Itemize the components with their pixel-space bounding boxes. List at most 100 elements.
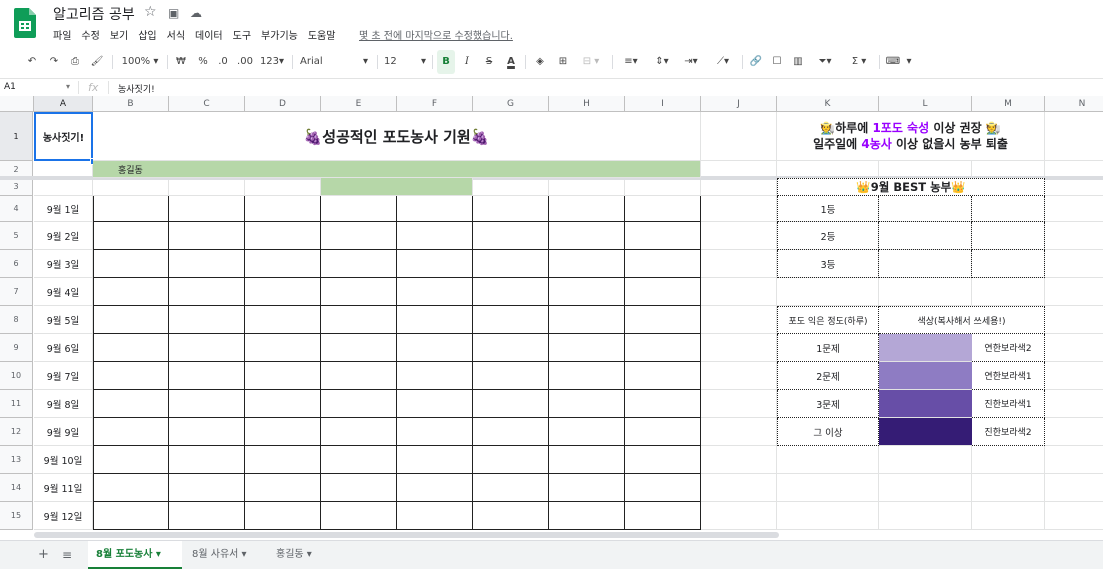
farm-log-cell[interactable] (473, 502, 549, 530)
farm-log-cell[interactable] (245, 306, 321, 334)
grid-cell[interactable] (701, 418, 777, 446)
farm-log-cell[interactable] (321, 278, 397, 306)
grid-cell[interactable] (879, 502, 972, 530)
farm-log-cell[interactable] (473, 278, 549, 306)
legend-color-name[interactable]: 연한보라색1 (972, 362, 1045, 390)
redo-icon[interactable]: ↷ (46, 50, 62, 74)
farm-log-cell[interactable] (397, 250, 473, 278)
farm-log-cell[interactable] (245, 390, 321, 418)
farm-log-cell[interactable] (549, 362, 625, 390)
row-header[interactable]: 6 (0, 250, 33, 278)
rank-score-cell[interactable] (972, 250, 1045, 278)
text-color-button[interactable]: A (503, 50, 519, 74)
legend-color-name[interactable]: 연한보라색2 (972, 334, 1045, 362)
fill-color-icon[interactable]: ◈ (532, 50, 548, 74)
row-header[interactable]: 11 (0, 390, 33, 418)
farm-log-cell[interactable] (397, 278, 473, 306)
farm-log-cell[interactable] (93, 418, 169, 446)
move-folder-icon[interactable]: ▣ (168, 6, 179, 20)
date-cell[interactable]: 9월 2일 (34, 222, 93, 250)
row-header[interactable]: 12 (0, 418, 33, 446)
grid-cell[interactable] (701, 474, 777, 502)
tab-august-grape-farming[interactable]: 8월 포도농사 ▾ (88, 541, 182, 569)
currency-format-button[interactable]: ₩ (174, 50, 188, 74)
farm-log-cell[interactable] (169, 446, 245, 474)
farm-log-cell[interactable] (549, 502, 625, 530)
rank-name-cell[interactable] (879, 196, 972, 222)
grid-cell[interactable] (1045, 362, 1103, 390)
rank-name-cell[interactable] (879, 250, 972, 278)
column-header[interactable]: L (879, 96, 972, 112)
legend-level-label[interactable]: 2문제 (777, 362, 879, 390)
column-header[interactable]: G (473, 96, 549, 112)
star-icon[interactable]: ☆ (144, 4, 157, 20)
farm-log-cell[interactable] (169, 196, 245, 222)
grid-cell[interactable] (972, 278, 1045, 306)
bold-button[interactable]: B (437, 50, 455, 74)
percent-format-button[interactable]: % (196, 50, 210, 74)
column-header[interactable]: M (972, 96, 1045, 112)
farm-log-cell[interactable] (397, 196, 473, 222)
add-sheet-icon[interactable]: + (30, 541, 57, 569)
farm-log-cell[interactable] (321, 502, 397, 530)
functions-button[interactable]: Σ ▾ (846, 50, 872, 74)
filter-icon[interactable]: ⏷▾ (813, 50, 837, 74)
date-cell[interactable]: 9월 12일 (34, 502, 93, 530)
grid-cell[interactable] (879, 278, 972, 306)
cell-e3-green[interactable] (321, 178, 473, 196)
farm-log-cell[interactable] (473, 362, 549, 390)
date-cell[interactable]: 9월 9일 (34, 418, 93, 446)
grid-cell[interactable] (777, 502, 879, 530)
grid-cell[interactable] (1045, 112, 1103, 161)
farm-log-cell[interactable] (473, 196, 549, 222)
farm-log-cell[interactable] (93, 250, 169, 278)
number-format-select[interactable]: 123▾ (258, 50, 286, 74)
grid-cell[interactable] (1045, 178, 1103, 196)
farm-log-cell[interactable] (245, 446, 321, 474)
legend-header-right[interactable]: 색상(복사해서 쓰세용!) (879, 306, 1045, 334)
legend-color-swatch[interactable] (879, 418, 972, 446)
strikethrough-button[interactable]: S (481, 50, 497, 74)
sheets-logo[interactable] (14, 8, 36, 38)
print-icon[interactable]: ⎙ (67, 50, 83, 74)
farm-log-cell[interactable] (473, 250, 549, 278)
farm-log-cell[interactable] (625, 446, 701, 474)
grid-cell[interactable] (93, 178, 169, 196)
legend-color-name[interactable]: 진한보라색1 (972, 390, 1045, 418)
farm-log-cell[interactable] (473, 334, 549, 362)
row-header[interactable]: 3 (0, 178, 33, 196)
grid-cell[interactable] (625, 178, 701, 196)
rank-score-cell[interactable] (972, 196, 1045, 222)
column-header[interactable]: F (397, 96, 473, 112)
farm-log-cell[interactable] (397, 474, 473, 502)
name-box-dropdown-icon[interactable]: ▾ (66, 82, 70, 91)
row-header[interactable]: 14 (0, 474, 33, 502)
farm-log-cell[interactable] (245, 222, 321, 250)
farm-log-cell[interactable] (625, 502, 701, 530)
grid-cell[interactable] (34, 178, 93, 196)
row-header[interactable]: 4 (0, 196, 33, 222)
grid-cell[interactable] (1045, 196, 1103, 222)
insert-chart-icon[interactable]: ▥ (790, 50, 806, 74)
farm-log-cell[interactable] (473, 390, 549, 418)
farm-log-cell[interactable] (549, 390, 625, 418)
menu-help[interactable]: 도움말 (308, 27, 336, 42)
farm-log-cell[interactable] (169, 362, 245, 390)
farm-log-cell[interactable] (625, 418, 701, 446)
farm-log-cell[interactable] (169, 474, 245, 502)
font-size-select[interactable]: 12 ▾ (384, 50, 428, 74)
farm-log-cell[interactable] (397, 446, 473, 474)
menu-data[interactable]: 데이터 (195, 27, 223, 42)
tab-hong-gildong[interactable]: 홍길동 ▾ (268, 541, 330, 569)
farm-log-cell[interactable] (245, 278, 321, 306)
date-cell[interactable]: 9월 3일 (34, 250, 93, 278)
grid-cell[interactable] (1045, 278, 1103, 306)
farm-log-cell[interactable] (93, 334, 169, 362)
row-header[interactable]: 13 (0, 446, 33, 474)
rank-name-cell[interactable] (879, 222, 972, 250)
grid-cell[interactable] (1045, 390, 1103, 418)
farm-log-cell[interactable] (93, 446, 169, 474)
notice-box[interactable]: 🧑‍🌾하루에 1포도 숙성 이상 권장 🧑‍🌾 일주일에 4농사 이상 없을시 농… (777, 112, 1045, 161)
input-tools-icon[interactable]: ⌨ (884, 50, 902, 74)
grid-cell[interactable] (701, 250, 777, 278)
